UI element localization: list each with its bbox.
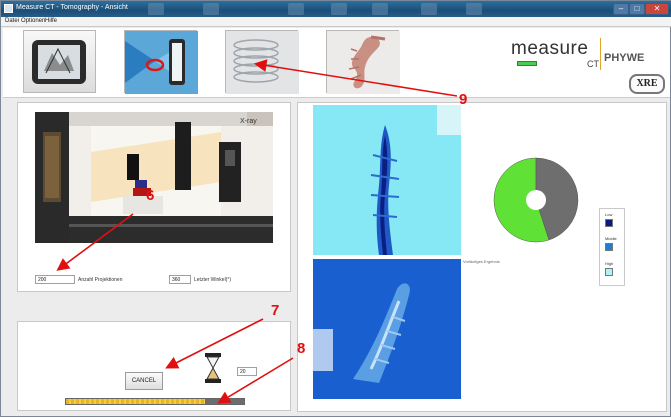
callout-7: 7: [271, 302, 280, 319]
app-window: Measure CT - Tomography - Ansicht – □ ✕ …: [0, 0, 671, 417]
callout-8: 8: [297, 340, 306, 357]
arrow-6: [56, 213, 134, 271]
callout-9: 9: [459, 91, 468, 108]
arrow-9: [253, 59, 458, 97]
callout-6: 6: [146, 187, 155, 204]
arrow-7: [165, 318, 264, 369]
callout-arrows: [56, 59, 458, 404]
arrow-8: [217, 357, 294, 404]
